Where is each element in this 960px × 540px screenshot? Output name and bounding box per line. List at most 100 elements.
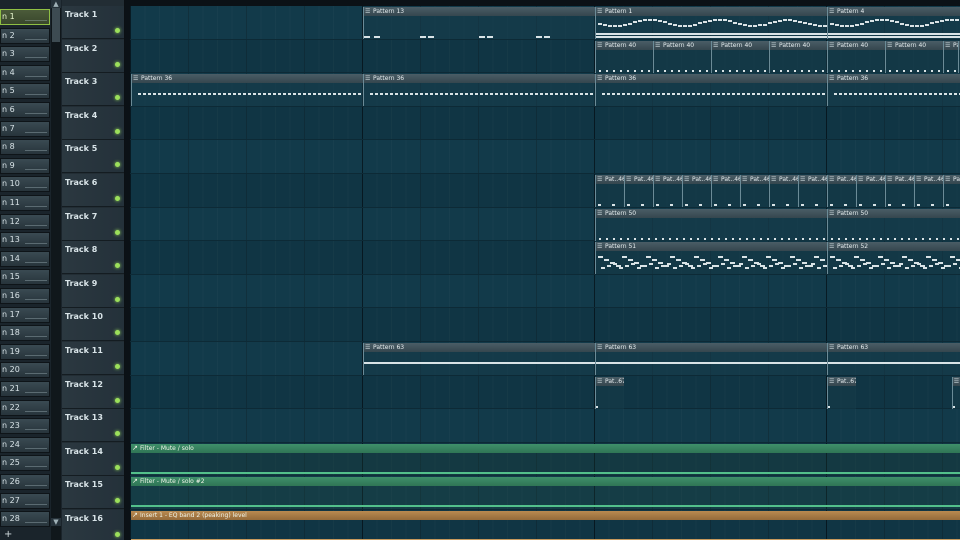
pattern-clip[interactable]: Pat..46 <box>798 175 827 207</box>
pattern-item[interactable]: n 12 <box>0 213 50 230</box>
pattern-item[interactable]: n 23 <box>0 418 50 435</box>
track-enable-icon[interactable] <box>115 95 120 101</box>
pattern-clip[interactable]: Pat..46 <box>827 175 856 207</box>
pattern-item[interactable]: n 14 <box>0 250 50 267</box>
scroll-down-icon[interactable]: ▼ <box>51 518 61 526</box>
pattern-clip[interactable]: Pattern 52 <box>827 242 960 275</box>
pattern-item[interactable]: n 15 <box>0 269 50 286</box>
track-header[interactable]: Track 16 <box>62 510 124 540</box>
pattern-item[interactable]: n 5 <box>0 83 50 100</box>
track-enable-icon[interactable] <box>115 364 120 369</box>
plus-icon[interactable]: + <box>4 529 12 540</box>
automation-clip[interactable]: Filter - Mute / solo #2 <box>131 477 960 510</box>
track-header[interactable]: Track 9 <box>62 274 124 308</box>
track-enable-icon[interactable] <box>115 397 120 403</box>
track-lane[interactable] <box>130 106 960 141</box>
track-header[interactable]: Track 11 <box>62 342 124 375</box>
pattern-clip[interactable]: Pattern 63 <box>363 343 595 375</box>
pattern-clip[interactable]: Pat..67 <box>595 376 624 409</box>
pattern-item[interactable]: n 17 <box>0 306 50 323</box>
track-enable-icon[interactable] <box>115 28 120 33</box>
track-header[interactable]: Track 14 <box>62 442 124 476</box>
track-enable-icon[interactable] <box>115 196 120 201</box>
pattern-clip[interactable]: Pat..46 <box>711 175 740 207</box>
track-header[interactable]: Track 15 <box>62 476 124 510</box>
pattern-item[interactable]: n 21 <box>0 381 50 397</box>
track-lane[interactable] <box>130 140 960 174</box>
pattern-clip[interactable]: Pa <box>943 40 958 73</box>
pattern-clip[interactable]: Pattern 40 <box>711 40 769 73</box>
playlist-grid[interactable]: Pattern 13Pattern 1Pattern 4Pattern 40Pa… <box>130 6 960 540</box>
track-header[interactable]: Track 7 <box>62 207 124 241</box>
pattern-clip[interactable]: Pattern 36 <box>595 74 827 107</box>
pattern-clip[interactable]: Pat..46 <box>624 175 653 207</box>
pattern-clip[interactable]: Pattern 40 <box>653 40 711 73</box>
pattern-clip[interactable]: Pat..46 <box>943 175 960 207</box>
track-enable-icon[interactable] <box>115 532 120 537</box>
pattern-clip[interactable]: Pattern 40 <box>769 40 827 73</box>
pattern-clip[interactable]: Pat..46 <box>595 175 624 207</box>
pattern-clip[interactable]: Pattern 40 <box>827 40 885 73</box>
pattern-item[interactable]: n 6 <box>0 102 50 118</box>
track-header[interactable]: Track 2 <box>62 39 124 73</box>
track-header[interactable]: Track 5 <box>62 140 124 174</box>
track-enable-icon[interactable] <box>115 61 120 67</box>
pattern-item[interactable]: n 16 <box>0 288 50 304</box>
track-enable-icon[interactable] <box>115 431 120 437</box>
pattern-clip[interactable]: Pat..46 <box>769 175 798 207</box>
pattern-clip[interactable]: Pat..67 <box>827 376 856 409</box>
track-header[interactable]: Track 10 <box>62 308 124 342</box>
pattern-clip[interactable]: Pat..46 <box>740 175 769 207</box>
track-header[interactable]: Track 12 <box>62 375 124 409</box>
pattern-clip[interactable]: Pattern 13 <box>363 7 595 39</box>
track-enable-icon[interactable] <box>115 128 120 134</box>
pattern-item[interactable]: n 20 <box>0 362 50 379</box>
pattern-item[interactable]: n 13 <box>0 232 50 249</box>
pattern-clip[interactable]: Pattern 4 <box>827 7 960 39</box>
pattern-item[interactable]: n 22 <box>0 399 50 416</box>
track-enable-icon[interactable] <box>115 464 120 470</box>
pattern-clip[interactable]: Pattern 63 <box>595 343 827 375</box>
pattern-clip[interactable]: Pattern 50 <box>827 208 960 241</box>
track-header[interactable]: Track 3 <box>62 73 124 107</box>
pattern-item[interactable]: n 1 <box>0 9 50 25</box>
track-header[interactable]: Track 8 <box>62 241 124 275</box>
pattern-clip[interactable]: Pattern 63 <box>827 343 960 375</box>
track-enable-icon[interactable] <box>115 229 120 235</box>
track-enable-icon[interactable] <box>115 296 120 302</box>
pattern-item[interactable]: n 7 <box>0 120 50 137</box>
pattern-clip[interactable]: Pattern 50 <box>595 208 827 241</box>
scroll-thumb[interactable] <box>52 8 60 42</box>
pattern-clip[interactable]: Pattern 51 <box>595 242 827 275</box>
pattern-clip[interactable]: Pat..46 <box>682 175 711 207</box>
pattern-item[interactable]: n 24 <box>0 436 50 453</box>
pattern-clip[interactable]: Pat..46 <box>856 175 885 207</box>
pattern-clip[interactable]: Pattern 40 <box>885 40 943 73</box>
pattern-item[interactable]: n 3 <box>0 46 50 63</box>
track-header[interactable]: Track 4 <box>62 106 124 140</box>
pattern-clip[interactable]: Pat..46 <box>885 175 914 207</box>
pattern-clip[interactable]: Pattern 40 <box>595 40 653 73</box>
automation-clip[interactable]: Filter - Mute / solo <box>131 443 960 476</box>
pattern-clip[interactable]: P <box>951 376 960 409</box>
track-header[interactable]: Track 13 <box>62 409 124 443</box>
track-enable-icon[interactable] <box>115 498 120 504</box>
pattern-item[interactable]: n 27 <box>0 492 50 509</box>
track-lane[interactable] <box>130 409 960 443</box>
automation-clip[interactable]: Insert 1 - EQ band 2 (peaking) level <box>131 511 960 540</box>
pattern-clip[interactable]: Pattern 36 <box>827 74 960 107</box>
pattern-clip[interactable]: Pattern 36 <box>363 74 595 107</box>
track-lane[interactable] <box>130 275 960 309</box>
pattern-item[interactable]: n 10 <box>0 176 50 193</box>
pattern-item[interactable]: n 11 <box>0 195 50 211</box>
pattern-clip[interactable]: Pat..46 <box>653 175 682 207</box>
pattern-clip[interactable]: Pat..46 <box>914 175 943 207</box>
track-enable-icon[interactable] <box>115 162 120 168</box>
pattern-item[interactable]: n 18 <box>0 325 50 342</box>
pattern-item[interactable]: n 4 <box>0 64 50 81</box>
pattern-item[interactable]: n 8 <box>0 139 50 156</box>
pattern-item[interactable]: n 28 <box>0 511 50 528</box>
pattern-item[interactable]: n 19 <box>0 343 50 360</box>
pattern-picker-scrollbar[interactable]: ▲ ▼ <box>51 0 61 540</box>
pattern-item[interactable]: n 2 <box>0 27 50 44</box>
